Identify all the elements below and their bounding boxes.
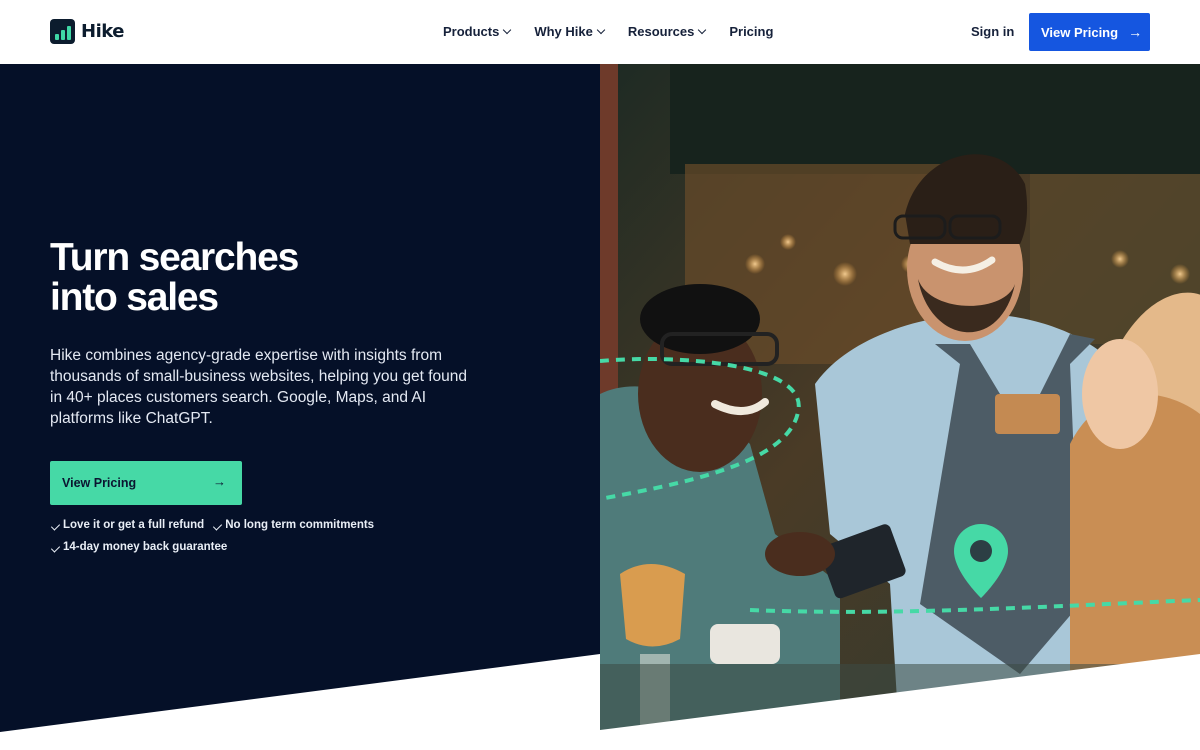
- chevron-down-icon: [596, 25, 606, 34]
- hero-title-line-2: into sales: [50, 276, 219, 319]
- hero-view-pricing-button[interactable]: View Pricing →: [50, 461, 242, 505]
- arrow-right-icon: →: [213, 474, 226, 489]
- hero-title-line-1: Turn searches: [50, 236, 299, 279]
- hero-description: Hike combines agency-grade expertise wit…: [50, 347, 468, 427]
- chevron-down-icon: [503, 25, 512, 34]
- sign-in-link[interactable]: Sign in: [971, 24, 1014, 39]
- check-icon: [213, 520, 223, 531]
- menu-item-pricing[interactable]: Pricing: [729, 24, 773, 39]
- check-icon: [50, 520, 61, 531]
- button-label: View Pricing: [62, 476, 137, 490]
- brand-logo[interactable]: Hike: [50, 19, 124, 44]
- guarantee-label: 14-day money back guarantee: [63, 541, 228, 553]
- view-pricing-button[interactable]: View Pricing →: [1029, 13, 1150, 51]
- top-navigation: Hike Products Why Hike Resources Pricing…: [0, 0, 1200, 64]
- menu-item-resources[interactable]: Resources: [627, 24, 707, 39]
- menu-item-why-hike[interactable]: Why Hike: [534, 24, 606, 39]
- menu-item-label: Why Hike: [534, 24, 593, 39]
- guarantee-label: No long term commitments: [225, 519, 375, 531]
- brand-name: Hike: [81, 21, 124, 42]
- bar-chart-logo-icon: [50, 19, 75, 44]
- guarantee-list: Love it or get a full refund No long ter…: [50, 519, 470, 563]
- button-label: View Pricing: [1041, 24, 1119, 40]
- main-menu: Products Why Hike Resources Pricing: [443, 24, 773, 39]
- guarantee-label: Love it or get a full refund: [63, 519, 205, 531]
- chevron-down-icon: [698, 25, 707, 34]
- guarantee-item: 14-day money back guarantee: [50, 541, 227, 553]
- menu-item-label: Resources: [627, 24, 695, 39]
- menu-item-label: Pricing: [729, 24, 774, 39]
- guarantee-item: Love it or get a full refund: [50, 519, 204, 531]
- menu-item-products[interactable]: Products: [443, 24, 512, 39]
- guarantee-item: No long term commitments: [212, 519, 374, 531]
- hero-title: Turn searches into sales: [50, 238, 470, 318]
- menu-item-label: Products: [443, 24, 500, 39]
- arrow-right-icon: →: [1128, 24, 1143, 40]
- check-icon: [50, 542, 61, 553]
